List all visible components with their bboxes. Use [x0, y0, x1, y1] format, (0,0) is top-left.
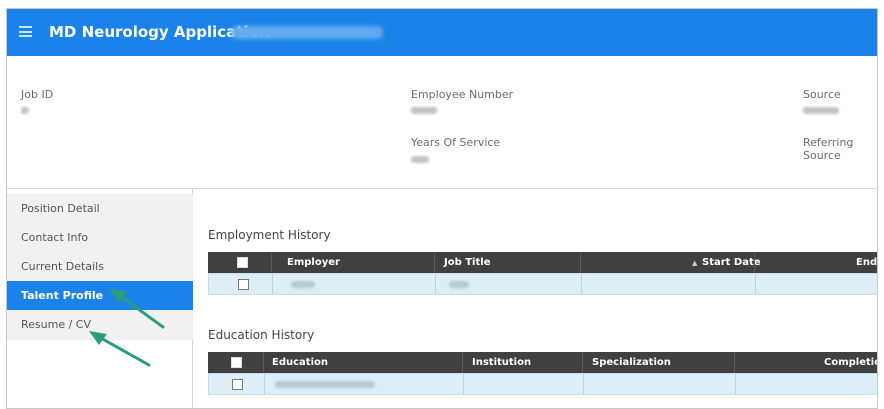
referring-source-label: Referring Source	[803, 136, 854, 162]
years-of-service-label: Years Of Service	[411, 136, 501, 149]
sidebar-item-talent-profile[interactable]: Talent Profile	[7, 281, 193, 311]
app-window: MD Neurology Application Job ID Employee…	[6, 8, 878, 409]
col-end-date[interactable]: End D	[848, 252, 877, 289]
row-checkbox[interactable]	[232, 379, 243, 390]
redacted-source-value	[803, 107, 839, 114]
table-row[interactable]	[208, 273, 877, 295]
col-start-date[interactable]: Start Date	[694, 252, 761, 273]
sidebar-item-contact-info[interactable]: Contact Info	[7, 223, 193, 253]
sidebar-item-current-details[interactable]: Current Details	[7, 252, 193, 282]
table-row[interactable]	[208, 373, 877, 395]
select-all-employment-checkbox[interactable]	[237, 257, 248, 268]
col-institution[interactable]: Institution	[464, 352, 531, 373]
redacted-applicant-name	[231, 26, 383, 39]
sidebar-item-resume-cv[interactable]: Resume / CV	[7, 310, 193, 340]
hamburger-menu-icon[interactable]	[19, 26, 32, 37]
redacted-job-id-value	[21, 107, 29, 114]
employment-table-header: Employer Job Title ▲ Start Date End D	[208, 252, 877, 289]
source-label: Source	[803, 88, 841, 101]
redacted-education	[275, 381, 375, 388]
col-specialization[interactable]: Specialization	[584, 352, 671, 373]
sidebar-item-position-detail[interactable]: Position Detail	[7, 194, 193, 224]
top-bar: MD Neurology Application	[7, 9, 877, 56]
job-info-panel: Job ID Employee Number Years Of Service …	[7, 56, 877, 189]
redacted-employer	[291, 281, 315, 288]
redacted-years-of-service-value	[411, 156, 429, 163]
col-completion-date[interactable]: Completion Dat	[816, 352, 877, 389]
select-all-education-checkbox[interactable]	[231, 357, 242, 368]
employment-history-title: Employment History	[208, 228, 331, 242]
col-employer[interactable]: Employer	[279, 252, 340, 273]
col-education[interactable]: Education	[264, 352, 328, 373]
education-history-title: Education History	[208, 328, 315, 342]
redacted-job-title	[449, 281, 469, 288]
row-checkbox[interactable]	[238, 279, 249, 290]
sidebar-nav: Position Detail Contact Info Current Det…	[7, 189, 193, 408]
main-content: Employment History Employer Job Title ▲ …	[194, 189, 877, 408]
job-id-label: Job ID	[21, 88, 54, 101]
redacted-employee-number-value	[411, 107, 437, 114]
col-job-title[interactable]: Job Title	[436, 252, 490, 273]
employee-number-label: Employee Number	[411, 88, 514, 101]
education-table-header: Education Institution Specialization Com…	[208, 352, 877, 389]
